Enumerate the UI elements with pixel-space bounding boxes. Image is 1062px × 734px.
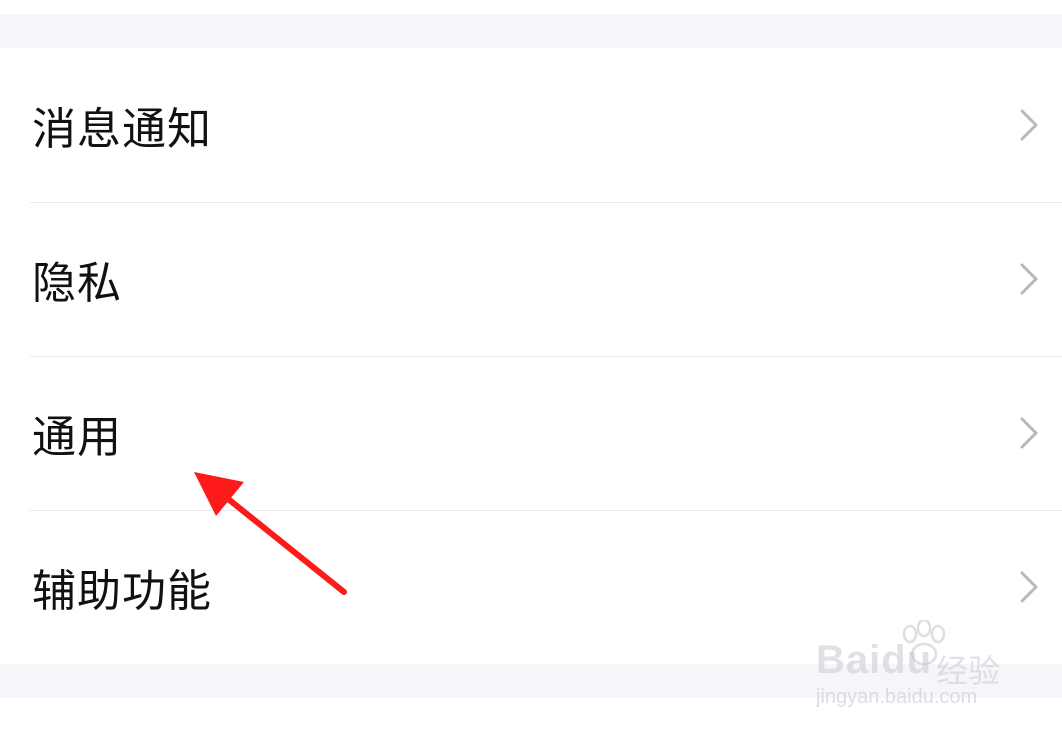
settings-item-notifications[interactable]: 消息通知 xyxy=(0,48,1062,202)
settings-item-label: 隐私 xyxy=(32,258,122,309)
chevron-right-icon xyxy=(1018,105,1040,145)
settings-item-label: 辅助功能 xyxy=(32,566,212,617)
chevron-right-icon xyxy=(1018,259,1040,299)
settings-page: 消息通知 隐私 通用 辅助功能 Baidu 经验 jingyan.baidu.c… xyxy=(0,0,1062,734)
settings-item-label: 消息通知 xyxy=(32,104,212,155)
settings-list: 消息通知 隐私 通用 辅助功能 xyxy=(0,48,1062,664)
chevron-right-icon xyxy=(1018,567,1040,607)
settings-item-accessibility[interactable]: 辅助功能 xyxy=(0,510,1062,664)
settings-item-label: 通用 xyxy=(32,412,122,463)
settings-item-privacy[interactable]: 隐私 xyxy=(0,202,1062,356)
settings-item-general[interactable]: 通用 xyxy=(0,356,1062,510)
chevron-right-icon xyxy=(1018,413,1040,453)
section-gap-top xyxy=(0,14,1062,48)
section-gap-bottom xyxy=(0,664,1062,698)
